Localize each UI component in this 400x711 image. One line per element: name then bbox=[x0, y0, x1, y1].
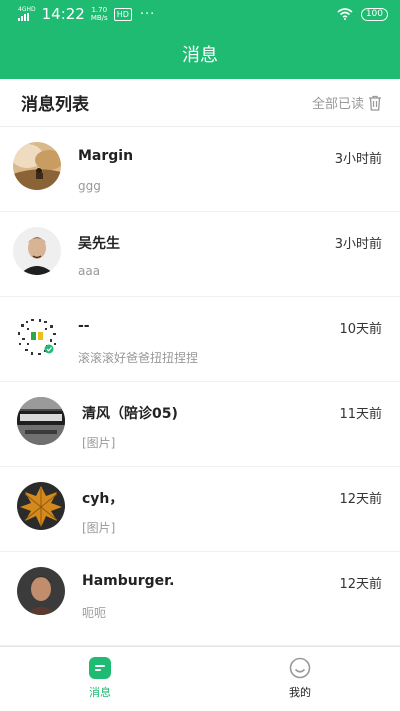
message-item[interactable]: 吴先生 3小时前 aaa bbox=[0, 212, 400, 297]
mark-all-read-label: 全部已读 bbox=[311, 97, 364, 112]
network-speed: 1.70 MB/s bbox=[91, 6, 108, 22]
message-preview: 呃呃 bbox=[82, 606, 107, 620]
status-time: 14:22 bbox=[41, 5, 85, 23]
avatar bbox=[13, 227, 61, 275]
contact-name: 清风（陪诊05) bbox=[82, 406, 178, 422]
contact-name: -- bbox=[78, 318, 90, 334]
message-time: 12天前 bbox=[339, 492, 382, 507]
more-notifications-icon: ··· bbox=[139, 6, 156, 22]
avatar bbox=[17, 397, 65, 445]
message-item[interactable]: cyh， 12天前 [图片] bbox=[0, 467, 400, 552]
avatar bbox=[13, 312, 61, 360]
battery-icon: 100 bbox=[360, 7, 388, 21]
page-title: 消息 bbox=[182, 44, 218, 66]
smile-face-icon bbox=[289, 657, 311, 679]
message-preview: [图片] bbox=[82, 436, 116, 450]
message-item[interactable]: 清风（陪诊05) 11天前 [图片] bbox=[0, 382, 400, 467]
contact-name: Margin bbox=[78, 148, 134, 164]
message-time: 10天前 bbox=[339, 322, 382, 337]
page-header: 消息 bbox=[0, 28, 400, 79]
tab-messages[interactable]: 消息 bbox=[0, 647, 200, 711]
message-preview: [图片] bbox=[82, 521, 116, 535]
message-tab-icon bbox=[89, 657, 111, 679]
list-header: 消息列表 全部已读 bbox=[0, 79, 400, 127]
wifi-icon bbox=[337, 8, 353, 20]
tab-profile[interactable]: 我的 bbox=[200, 647, 400, 711]
contact-name: cyh， bbox=[82, 491, 124, 507]
bottom-tab-bar: 消息 我的 bbox=[0, 646, 400, 711]
hd-badge: HD bbox=[113, 7, 132, 21]
cellular-signal-icon: 4GHD bbox=[18, 7, 36, 21]
network-speed-value: 1.70 bbox=[91, 6, 108, 14]
message-preview: ggg bbox=[78, 179, 101, 193]
tab-label: 消息 bbox=[89, 686, 111, 699]
contact-name: 吴先生 bbox=[78, 236, 120, 252]
avatar bbox=[17, 567, 65, 615]
status-bar: 4GHD 14:22 1.70 MB/s HD ··· 100 bbox=[0, 0, 400, 28]
tab-label: 我的 bbox=[289, 686, 311, 699]
network-speed-unit: MB/s bbox=[90, 14, 108, 22]
message-time: 3小时前 bbox=[334, 152, 382, 167]
message-item[interactable]: Margin 3小时前 ggg bbox=[0, 127, 400, 212]
list-title: 消息列表 bbox=[21, 95, 89, 115]
message-item[interactable]: Hamburger. 12天前 呃呃 bbox=[0, 552, 400, 646]
avatar bbox=[13, 142, 61, 190]
message-time: 12天前 bbox=[339, 577, 382, 592]
trash-icon bbox=[369, 95, 381, 111]
message-time: 11天前 bbox=[339, 407, 382, 422]
message-time: 3小时前 bbox=[334, 237, 382, 252]
contact-name: Hamburger. bbox=[82, 573, 175, 589]
message-preview: 滚滚滚好爸爸扭扭捏捏 bbox=[78, 351, 199, 365]
mark-all-read-button[interactable]: 全部已读 bbox=[312, 93, 382, 112]
message-preview: aaa bbox=[78, 264, 101, 278]
avatar bbox=[17, 482, 65, 530]
message-item[interactable]: -- 10天前 滚滚滚好爸爸扭扭捏捏 bbox=[0, 297, 400, 382]
